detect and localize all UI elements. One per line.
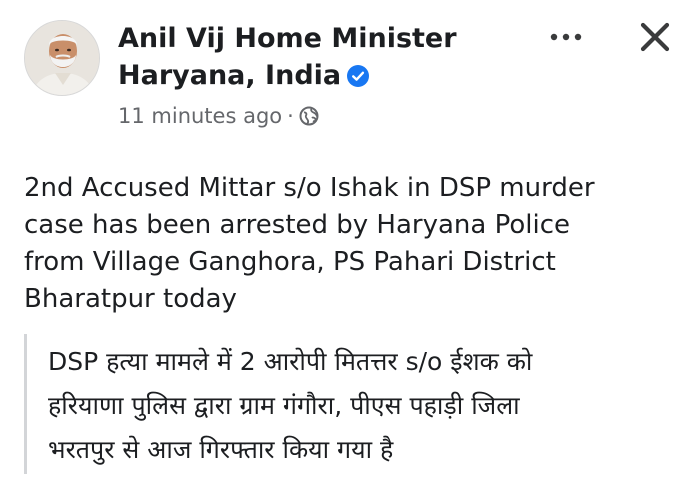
close-button[interactable] (634, 16, 676, 58)
author-name-line2[interactable]: Haryana, India (118, 60, 341, 91)
post-body-line: Bharatpur today (24, 284, 237, 314)
avatar-photo-icon (25, 21, 99, 95)
more-options-button[interactable] (544, 22, 588, 52)
author-avatar[interactable] (24, 20, 100, 96)
post-body-line: case has been arrested by Haryana Police (24, 210, 570, 240)
quote-line: हरियाणा पुलिस द्वारा ग्राम गंगौरा, पीएस … (48, 391, 520, 420)
author-name[interactable]: Anil Vij Home Minister Haryana, India (118, 20, 518, 97)
meta-separator: · (287, 104, 294, 128)
more-options-icon (550, 33, 582, 41)
author-name-line1[interactable]: Anil Vij Home Minister (118, 20, 518, 57)
quote-line: DSP हत्या मामले में 2 आरोपी मितत्तर s/o … (48, 347, 533, 376)
quote-text: DSP हत्या मामले में 2 आरोपी मितत्तर s/o … (48, 334, 674, 472)
post-body-line: from Village Ganghora, PS Pahari Distric… (24, 247, 556, 277)
post-meta: 11 minutes ago · (118, 102, 319, 133)
post-timestamp[interactable]: 11 minutes ago (118, 104, 282, 128)
post-body: 2nd Accused Mittar s/o Ishak in DSP murd… (24, 170, 674, 318)
close-icon (640, 22, 670, 52)
verified-badge-icon (347, 60, 370, 97)
post-quote-block: DSP हत्या मामले में 2 आरोपी मितत्तर s/o … (24, 334, 674, 474)
post-body-line: 2nd Accused Mittar s/o Ishak in DSP murd… (24, 173, 595, 203)
post-header: Anil Vij Home Minister Haryana, India 11… (0, 0, 694, 150)
globe-icon[interactable] (299, 105, 319, 133)
author-name-line2-row: Haryana, India (118, 57, 518, 97)
quote-line: भरतपुर से आज गिरफ्तार किया गया है (48, 435, 394, 464)
